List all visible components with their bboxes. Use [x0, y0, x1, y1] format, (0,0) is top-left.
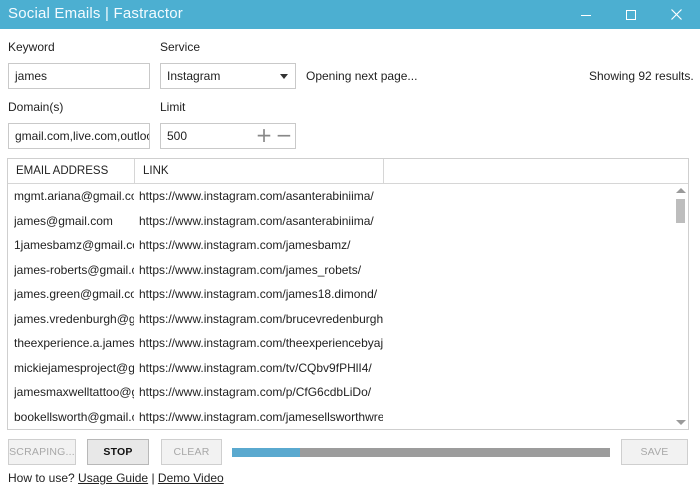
- email-cell: 1jamesbamz@gmail.com: [14, 238, 134, 252]
- email-cell: bookellsworth@gmail.com: [14, 409, 134, 424]
- progress-bar: [232, 448, 610, 457]
- table-row[interactable]: james@gmail.com https://www.instagram.com…: [8, 209, 673, 234]
- minimize-button[interactable]: [566, 0, 606, 29]
- decrement-button[interactable]: −: [275, 124, 293, 148]
- chevron-down-icon: [280, 74, 288, 79]
- link-cell: https://www.instagram.com/p/CfG6cdbLiDo/: [139, 385, 372, 399]
- service-label: Service: [160, 40, 201, 54]
- keyword-input[interactable]: james: [8, 63, 150, 89]
- table-row[interactable]: james-roberts@gmail.com https://www.insta…: [8, 258, 673, 283]
- link-cell: https://www.instagram.com/james_robets/: [139, 262, 362, 277]
- table-row[interactable]: mickiejamesproject@gmail.com https://www.…: [8, 356, 673, 381]
- maximize-icon: [626, 9, 636, 20]
- footer-separator: |: [151, 471, 155, 485]
- results-table[interactable]: EMAIL ADDRESS LINK mgmt.ariana@gmail.com…: [7, 158, 689, 430]
- table-row[interactable]: james.green@gmail.com https://www.instagr…: [8, 282, 673, 307]
- progress-bar-fill: [232, 448, 301, 457]
- domains-input[interactable]: gmail.com,live.com,outlook: [8, 123, 150, 149]
- clear-button[interactable]: CLEAR: [161, 439, 222, 465]
- domains-label: Domain(s): [8, 100, 64, 114]
- link-cell: https://www.instagram.com/asanterabiniim…: [139, 189, 374, 203]
- maximize-button[interactable]: [611, 0, 651, 29]
- help-footer: How to use? Usage Guide | Demo Video: [8, 471, 224, 485]
- column-header-link[interactable]: LINK: [135, 159, 384, 183]
- email-cell: jamesmaxwelltattoo@gmail.com: [14, 385, 134, 399]
- link-cell: https://www.instagram.com/jamesbamz/: [139, 238, 351, 252]
- limit-stepper[interactable]: 500 + −: [160, 123, 296, 149]
- stop-button[interactable]: STOP: [87, 439, 149, 465]
- table-body: mgmt.ariana@gmail.com https://www.instagr…: [8, 184, 673, 429]
- help-prompt: How to use?: [8, 471, 75, 485]
- link-cell: https://www.instagram.com/jamesellsworth…: [139, 409, 383, 424]
- keyword-label: Keyword: [8, 40, 55, 54]
- table-row[interactable]: bookellsworth@gmail.com https://www.insta…: [8, 405, 673, 430]
- table-row[interactable]: mgmt.ariana@gmail.com https://www.instagr…: [8, 184, 673, 209]
- limit-label: Limit: [160, 100, 186, 114]
- link-cell: https://www.instagram.com/james18.dimond…: [139, 287, 378, 301]
- column-header-email[interactable]: EMAIL ADDRESS: [8, 159, 135, 183]
- email-cell: james-roberts@gmail.com: [14, 262, 134, 277]
- email-cell: mgmt.ariana@gmail.com: [14, 189, 134, 203]
- service-select[interactable]: Instagram: [160, 63, 296, 89]
- increment-button[interactable]: +: [255, 124, 273, 148]
- vertical-scrollbar[interactable]: [673, 184, 688, 429]
- window-title: Social Emails | Fastractor: [8, 5, 183, 22]
- scraping-button[interactable]: SCRAPING...: [8, 439, 76, 465]
- email-cell: james.vredenburgh@gmail.com: [14, 311, 134, 326]
- limit-value: 500: [167, 129, 188, 143]
- email-cell: mickiejamesproject@gmail.com: [14, 360, 134, 375]
- link-cell: https://www.instagram.com/tv/CQbv9fPHlI4…: [139, 360, 372, 375]
- table-header: EMAIL ADDRESS LINK: [8, 159, 688, 184]
- scroll-up-icon[interactable]: [676, 188, 686, 193]
- service-select-value: Instagram: [167, 69, 221, 83]
- table-row[interactable]: jamesmaxwelltattoo@gmail.com https://www.…: [8, 380, 673, 405]
- table-row[interactable]: 1jamesbamz@gmail.com https://www.instagra…: [8, 233, 673, 258]
- link-cell: https://www.instagram.com/asanterabiniim…: [139, 213, 374, 228]
- email-cell: theexperience.a.james@gmail.com: [14, 336, 134, 350]
- table-row[interactable]: james.vredenburgh@gmail.com https://www.i…: [8, 307, 673, 332]
- demo-video-link[interactable]: Demo Video: [158, 471, 224, 485]
- column-header-extra[interactable]: [384, 159, 674, 183]
- status-message: Opening next page...: [306, 69, 418, 83]
- title-bar: Social Emails | Fastractor: [0, 0, 700, 29]
- scroll-down-icon[interactable]: [676, 420, 686, 425]
- close-button[interactable]: [656, 0, 696, 29]
- email-cell: james.green@gmail.com: [14, 287, 134, 301]
- close-icon: [670, 9, 682, 20]
- table-row[interactable]: theexperience.a.james@gmail.com https://w…: [8, 331, 673, 356]
- minimize-icon: [581, 15, 591, 16]
- save-button[interactable]: SAVE: [621, 439, 688, 465]
- results-count: Showing 92 results.: [589, 69, 694, 83]
- email-cell: james@gmail.com: [14, 213, 113, 228]
- scrollbar-thumb[interactable]: [676, 199, 685, 223]
- usage-guide-link[interactable]: Usage Guide: [78, 471, 148, 485]
- link-cell: https://www.instagram.com/theexperienceb…: [139, 336, 383, 350]
- link-cell: https://www.instagram.com/brucevredenbur…: [139, 311, 383, 326]
